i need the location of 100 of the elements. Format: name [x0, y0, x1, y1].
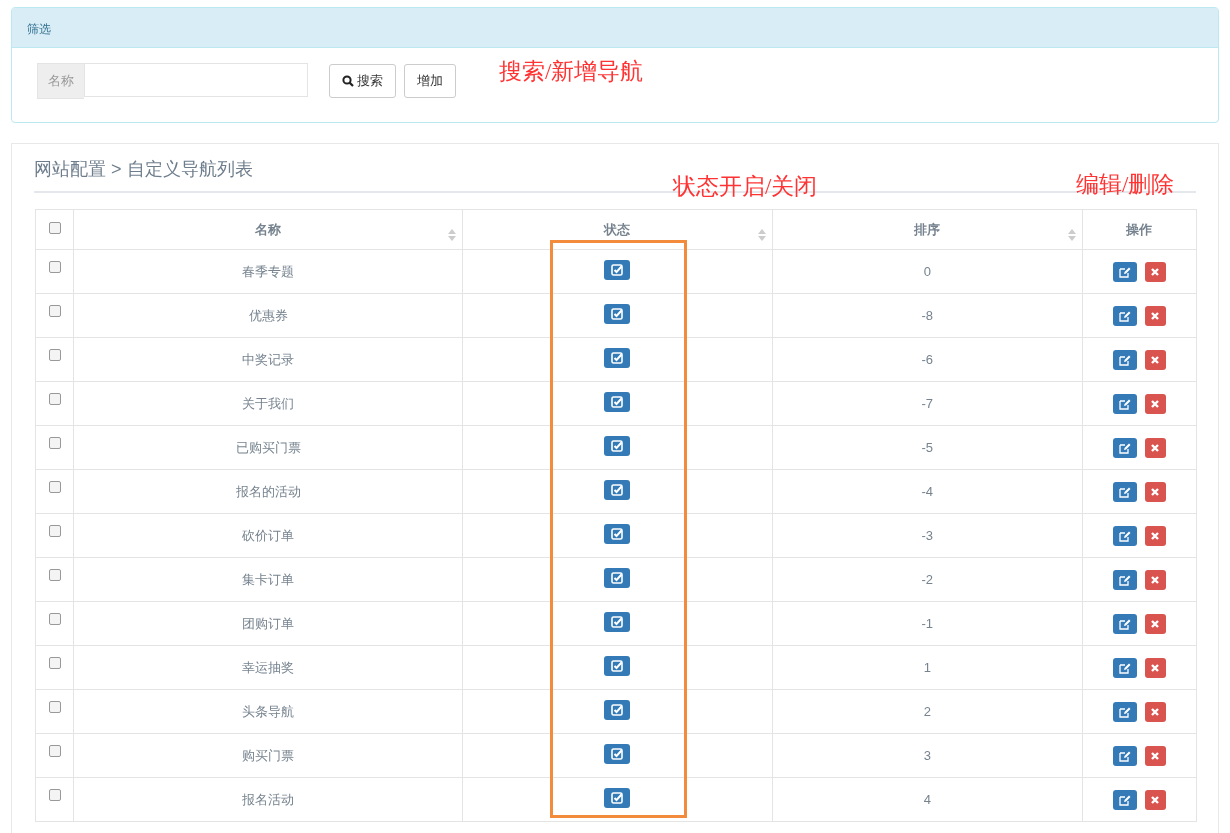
status-toggle[interactable] [604, 436, 631, 457]
close-icon [1150, 618, 1161, 629]
status-toggle[interactable] [604, 656, 631, 677]
annotation-text: 编辑/删除 [1076, 171, 1175, 199]
checkbox[interactable] [48, 569, 61, 581]
sort-order: -2 [921, 571, 934, 587]
nav-name: 集卡订单 [242, 571, 295, 587]
delete-button[interactable] [1144, 481, 1166, 502]
column-header[interactable]: 排序 [914, 221, 941, 237]
edit-icon [1118, 661, 1131, 674]
delete-button[interactable] [1144, 525, 1166, 546]
checked-box-icon [610, 791, 625, 806]
status-toggle[interactable] [604, 304, 631, 325]
delete-button[interactable] [1144, 569, 1166, 590]
checked-box-icon [610, 659, 625, 674]
edit-button[interactable] [1112, 393, 1137, 414]
panel-title: 筛选 [27, 22, 51, 36]
status-toggle[interactable] [604, 700, 631, 721]
column-header[interactable]: 状态 [604, 221, 631, 237]
edit-button[interactable] [1112, 701, 1137, 722]
delete-button[interactable] [1144, 261, 1166, 282]
edit-button[interactable] [1112, 525, 1137, 546]
checkbox[interactable] [48, 657, 61, 669]
checkbox[interactable] [48, 221, 61, 234]
delete-button[interactable] [1144, 657, 1166, 678]
checkbox[interactable] [48, 613, 61, 625]
edit-icon [1118, 529, 1131, 542]
close-icon [1150, 706, 1161, 717]
column-header[interactable]: 名称 [255, 221, 282, 237]
edit-icon [1118, 705, 1131, 718]
status-toggle[interactable] [604, 348, 631, 369]
delete-button[interactable] [1144, 305, 1166, 326]
checked-box-icon [610, 395, 625, 410]
checkbox[interactable] [48, 437, 61, 449]
checked-box-icon [610, 263, 625, 278]
status-toggle[interactable] [604, 392, 631, 413]
edit-button[interactable] [1112, 789, 1137, 810]
close-icon [1150, 398, 1161, 409]
nav-name: 关于我们 [242, 395, 295, 411]
delete-button[interactable] [1144, 701, 1166, 722]
sort-order: -6 [921, 351, 934, 367]
checked-box-icon [610, 747, 625, 762]
close-icon [1150, 486, 1161, 497]
checked-box-icon [610, 351, 625, 366]
edit-icon [1118, 353, 1131, 366]
checkbox[interactable] [48, 261, 61, 273]
delete-button[interactable] [1144, 349, 1166, 370]
checkbox[interactable] [48, 525, 61, 537]
sort-order: -4 [921, 483, 934, 499]
sort-order: -5 [921, 439, 934, 455]
edit-button[interactable] [1112, 261, 1137, 282]
edit-button[interactable] [1112, 305, 1137, 326]
checkbox[interactable] [48, 349, 61, 361]
checked-box-icon [610, 615, 625, 630]
close-icon [1150, 574, 1161, 585]
edit-icon [1118, 617, 1131, 630]
delete-button[interactable] [1144, 393, 1166, 414]
checked-box-icon [610, 439, 625, 454]
checkbox[interactable] [48, 393, 61, 405]
edit-button[interactable] [1112, 349, 1137, 370]
edit-button[interactable] [1112, 569, 1137, 590]
close-icon [1150, 310, 1161, 321]
checkbox[interactable] [48, 481, 61, 493]
checkbox[interactable] [48, 701, 61, 713]
delete-button[interactable] [1144, 789, 1166, 810]
close-icon [1150, 750, 1161, 761]
checkbox[interactable] [48, 789, 61, 801]
status-toggle[interactable] [604, 568, 631, 589]
edit-button[interactable] [1112, 437, 1137, 458]
column-header[interactable]: 操作 [1126, 221, 1153, 237]
edit-button[interactable] [1112, 613, 1137, 634]
nav-name: 报名活动 [242, 791, 295, 807]
delete-button[interactable] [1144, 613, 1166, 634]
status-toggle[interactable] [604, 260, 631, 281]
edit-button[interactable] [1112, 657, 1137, 678]
checked-box-icon [610, 703, 625, 718]
status-toggle[interactable] [604, 788, 631, 809]
delete-button[interactable] [1144, 437, 1166, 458]
sort-order: -3 [921, 527, 934, 543]
edit-button[interactable] [1112, 481, 1137, 502]
checkbox[interactable] [48, 745, 61, 757]
field-addon: 名称 [37, 63, 84, 99]
nav-name: 头条导航 [242, 703, 295, 719]
sort-order: -7 [921, 395, 934, 411]
status-toggle[interactable] [604, 480, 631, 501]
delete-button[interactable] [1144, 745, 1166, 766]
close-icon [1150, 530, 1161, 541]
checkbox[interactable] [48, 305, 61, 317]
close-icon [1150, 442, 1161, 453]
search-button[interactable]: 搜索 [329, 63, 396, 98]
status-toggle[interactable] [604, 612, 631, 633]
checked-box-icon [610, 307, 625, 322]
status-toggle[interactable] [604, 744, 631, 765]
edit-button[interactable] [1112, 745, 1137, 766]
sort-order: 4 [923, 791, 931, 807]
status-toggle[interactable] [604, 524, 631, 545]
nav-name: 中奖记录 [242, 351, 295, 367]
nav-name: 幸运抽奖 [242, 659, 295, 675]
add-button[interactable]: 增加 [404, 63, 456, 98]
nav-name: 已购买门票 [235, 439, 301, 455]
